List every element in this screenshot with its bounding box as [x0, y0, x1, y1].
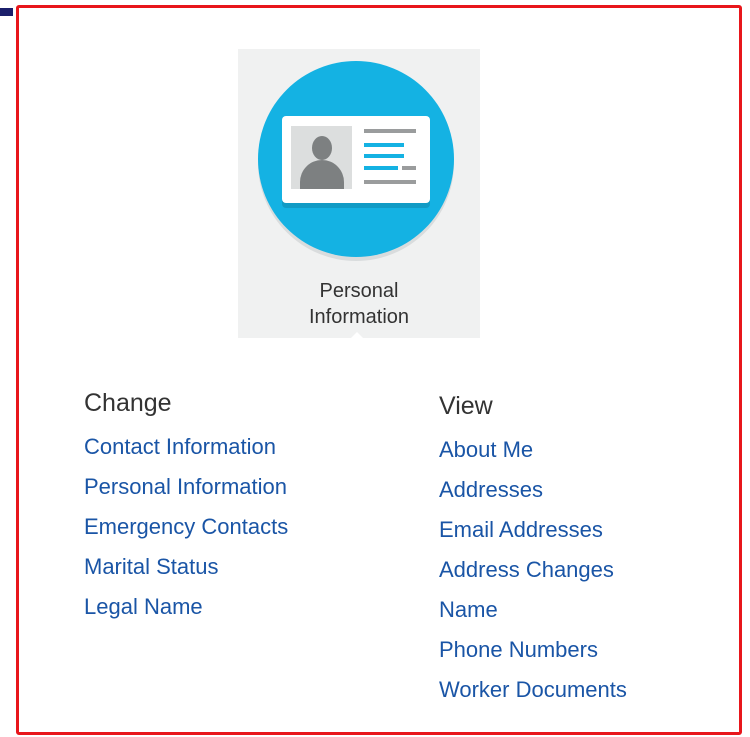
tile-icon-circle — [258, 61, 454, 257]
link-worker-documents[interactable]: Worker Documents — [439, 670, 627, 710]
highlight-frame: Personal Information Change Contact Info… — [16, 5, 742, 735]
view-links: About Me Addresses Email Addresses Addre… — [439, 430, 627, 710]
link-contact-information[interactable]: Contact Information — [84, 427, 288, 467]
link-phone-numbers[interactable]: Phone Numbers — [439, 630, 627, 670]
change-links: Contact Information Personal Information… — [84, 427, 288, 627]
tile-label-line-1: Personal — [319, 280, 399, 302]
tile-label-line-2: Information — [308, 306, 410, 328]
link-personal-information[interactable]: Personal Information — [84, 467, 288, 507]
link-name[interactable]: Name — [439, 590, 627, 630]
view-section: View About Me Addresses Email Addresses … — [439, 391, 627, 710]
link-addresses[interactable]: Addresses — [439, 470, 627, 510]
link-marital-status[interactable]: Marital Status — [84, 547, 288, 587]
personal-information-tile[interactable]: Personal Information — [238, 49, 480, 338]
link-about-me[interactable]: About Me — [439, 430, 627, 470]
id-card-icon — [282, 116, 430, 203]
tile-label: Personal Information — [238, 278, 480, 330]
avatar-placeholder-icon — [291, 126, 352, 189]
link-emergency-contacts[interactable]: Emergency Contacts — [84, 507, 288, 547]
link-address-changes[interactable]: Address Changes — [439, 550, 627, 590]
change-heading: Change — [84, 389, 172, 417]
corner-marker — [0, 8, 13, 16]
link-email-addresses[interactable]: Email Addresses — [439, 510, 627, 550]
caret-up-icon — [351, 332, 363, 338]
change-section: Change Contact Information Personal Info… — [84, 388, 288, 627]
link-legal-name[interactable]: Legal Name — [84, 587, 288, 627]
view-heading: View — [439, 392, 493, 420]
